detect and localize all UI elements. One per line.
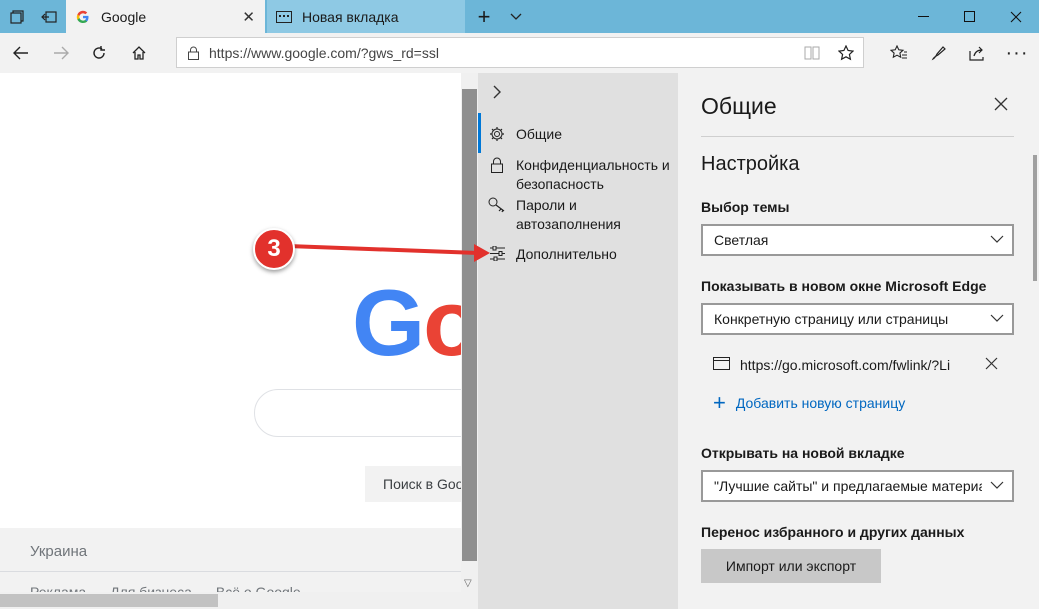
settings-navigation: Общие Конфиденциальность и безопасность … (478, 73, 678, 609)
newtab-select[interactable]: "Лучшие сайты" и предлагаемые материа (701, 470, 1014, 502)
plus-icon: + (713, 390, 726, 415)
theme-select[interactable]: Светлая (701, 224, 1014, 256)
page-icon (713, 357, 730, 373)
page-icon (276, 9, 292, 25)
settings-nav-label: Пароли и автозаполнения (516, 197, 621, 232)
key-icon (478, 196, 516, 234)
scrollbar-thumb[interactable] (462, 89, 477, 561)
tab-new[interactable]: Новая вкладка (267, 0, 465, 33)
address-bar[interactable]: https://www.google.com/?gws_rd=ssl (176, 37, 864, 68)
new-tab-icon[interactable]: + (467, 0, 501, 33)
newtab-value: "Лучшие сайты" и предлагаемые материа (714, 478, 982, 494)
favorites-hub-icon[interactable] (880, 33, 918, 73)
favorite-star-icon[interactable] (829, 44, 863, 61)
footer-divider (0, 571, 478, 572)
add-page-label: Добавить новую страницу (735, 395, 906, 411)
startup-page-entry: https://go.microsoft.com/fwlink/?LinkId (713, 354, 1013, 376)
home-button[interactable] (120, 33, 158, 73)
forward-button[interactable] (42, 33, 80, 73)
minimize-button[interactable] (900, 0, 946, 33)
chevron-down-icon[interactable] (499, 0, 533, 33)
settings-nav-general[interactable]: Общие (478, 125, 678, 144)
tab-google[interactable]: Google ✕ (66, 0, 265, 33)
chevron-down-icon (990, 478, 1004, 495)
startup-value: Конкретную страницу или страницы (714, 311, 949, 327)
settings-nav-privacy[interactable]: Конфиденциальность и безопасность (478, 156, 678, 194)
sliders-icon (478, 245, 516, 264)
title-bar: Google ✕ Новая вкладка + (0, 0, 1039, 33)
reading-view-icon[interactable] (795, 46, 829, 60)
startup-select[interactable]: Конкретную страницу или страницы (701, 303, 1014, 335)
gear-icon (478, 125, 516, 144)
tab-label: Google (101, 8, 147, 25)
annotation-badge: 3 (253, 228, 295, 270)
chevron-down-icon (990, 311, 1004, 328)
tab-label: Новая вкладка (302, 8, 399, 25)
navigation-bar: https://www.google.com/?gws_rd=ssl ··· (0, 33, 1039, 73)
panel-scrollbar[interactable] (1033, 155, 1037, 281)
startup-label: Показывать в новом окне Microsoft Edge (701, 278, 987, 294)
section-heading: Настройка (701, 153, 800, 175)
settings-panel: Общие Настройка Выбор темы Светлая Показ… (678, 73, 1039, 609)
tab-list-icon[interactable] (0, 0, 34, 33)
maximize-button[interactable] (946, 0, 992, 33)
theme-value: Светлая (714, 232, 769, 248)
chevron-down-icon (990, 232, 1004, 249)
back-button[interactable] (2, 33, 40, 73)
close-panel-icon[interactable] (994, 91, 1008, 117)
web-page-google: Go Поиск в Goo Украина Реклама Для бизне… (0, 73, 478, 609)
pen-icon[interactable] (920, 33, 958, 73)
remove-page-icon[interactable] (985, 354, 998, 375)
horizontal-scrollbar-thumb[interactable] (0, 594, 218, 607)
url-text[interactable]: https://www.google.com/?gws_rd=ssl (209, 45, 795, 61)
import-label: Перенос избранного и других данных (701, 524, 965, 540)
vertical-scrollbar[interactable]: ▽ (461, 73, 478, 609)
newtab-label: Открывать на новой вкладке (701, 445, 905, 461)
google-logo: Go (352, 270, 478, 375)
scroll-down-arrow[interactable]: ▽ (464, 578, 472, 589)
country-label: Украина (30, 543, 88, 560)
theme-label: Выбор темы (701, 199, 790, 215)
tabs-aside-icon[interactable] (32, 0, 66, 33)
lock-icon (478, 156, 516, 194)
close-tab-icon[interactable]: ✕ (242, 8, 255, 26)
import-export-button[interactable]: Импорт или экспорт (701, 549, 881, 583)
settings-nav-passwords[interactable]: Пароли и автозаполнения (478, 196, 678, 234)
google-favicon-icon (75, 9, 91, 25)
settings-nav-label: Конфиденциальность и безопасность (516, 157, 670, 192)
lock-icon[interactable] (177, 46, 209, 60)
search-input[interactable] (254, 389, 478, 437)
startup-page-url[interactable]: https://go.microsoft.com/fwlink/?LinkId (740, 357, 950, 373)
close-window-button[interactable] (993, 0, 1039, 33)
share-icon[interactable] (958, 33, 996, 73)
settings-nav-advanced[interactable]: Дополнительно (478, 245, 678, 264)
panel-title: Общие (701, 93, 777, 119)
refresh-button[interactable] (80, 33, 118, 73)
settings-nav-label: Дополнительно (516, 246, 617, 262)
collapse-chevron-icon[interactable] (492, 83, 502, 104)
horizontal-scrollbar[interactable] (0, 592, 461, 609)
panel-divider (701, 136, 1014, 137)
add-page-link[interactable]: + Добавить новую страницу (713, 390, 906, 415)
more-menu-icon[interactable]: ··· (998, 33, 1036, 73)
settings-nav-label: Общие (516, 126, 563, 142)
